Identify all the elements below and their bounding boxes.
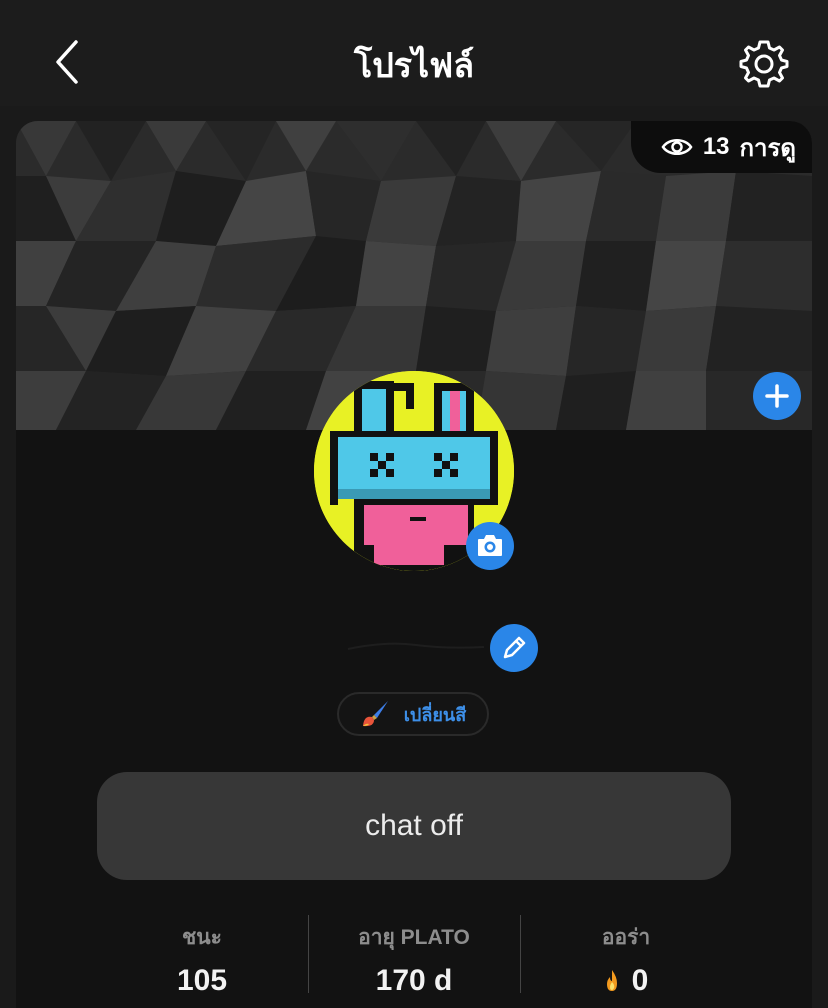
eye-icon	[661, 139, 693, 155]
views-count: 13	[702, 133, 730, 160]
top-app-bar: โปรไฟล์	[0, 0, 828, 106]
stat-wins: ชนะ 105	[96, 913, 308, 997]
paintbrush-icon	[362, 701, 388, 727]
gear-icon	[739, 40, 789, 88]
stat-value: 105	[176, 964, 228, 997]
stat-label: อายุ PLATO	[358, 926, 470, 949]
profile-card: 13 การดู เปลี่ยนสี chat off ชนะ 105 อายุ…	[16, 121, 812, 1008]
stat-label: ออร่า	[601, 926, 651, 949]
display-name-scribble	[347, 642, 485, 650]
stat-value: 170 d	[375, 964, 453, 997]
status-text: chat off	[365, 809, 463, 842]
display-name	[346, 631, 486, 661]
stat-aura: ออร่า 0	[520, 913, 732, 997]
views-badge: 13 การดู	[630, 121, 812, 173]
stat-label: ชนะ	[182, 926, 222, 949]
stat-plato-age: อายุ PLATO 170 d	[308, 913, 520, 997]
status-message[interactable]: chat off	[97, 772, 731, 880]
views-label: การดู	[739, 134, 796, 162]
add-cover-button[interactable]	[753, 372, 801, 420]
flame-icon	[606, 970, 617, 991]
stat-value: 0	[631, 964, 649, 997]
page-title: โปรไฟล์	[353, 47, 475, 85]
stats-row: ชนะ 105 อายุ PLATO 170 d ออร่า 0	[96, 913, 732, 997]
plus-icon	[765, 384, 789, 408]
change-color-label: เปลี่ยนสี	[403, 704, 467, 725]
settings-button[interactable]	[738, 38, 790, 90]
edit-name-button[interactable]	[490, 624, 538, 672]
camera-icon	[478, 535, 502, 556]
change-avatar-button[interactable]	[466, 522, 514, 570]
pencil-icon	[503, 636, 526, 659]
change-color-button[interactable]: เปลี่ยนสี	[337, 692, 489, 736]
